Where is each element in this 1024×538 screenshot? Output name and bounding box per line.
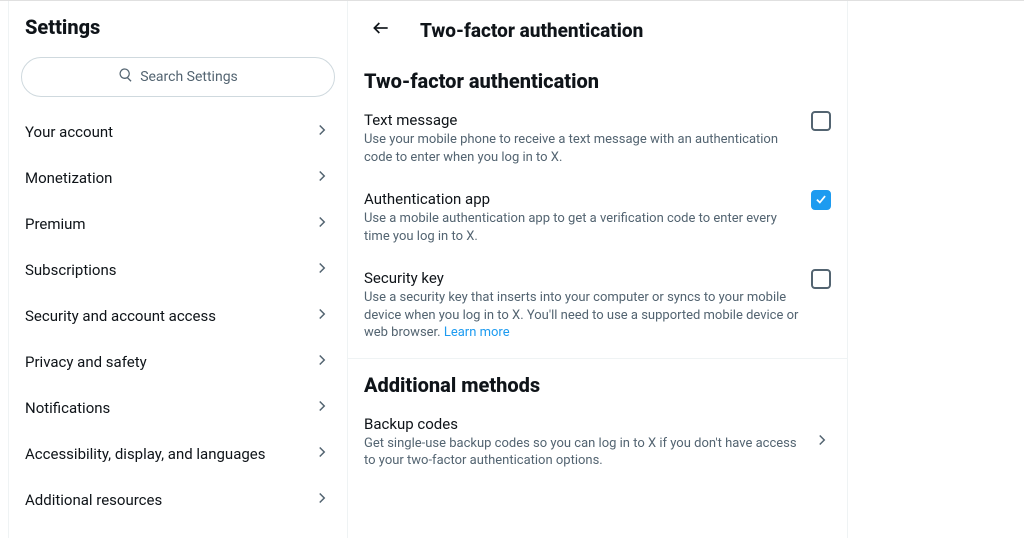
settings-sidebar: Settings Search Settings Your account Mo…	[8, 1, 348, 538]
option-desc: Get single-use backup codes so you can l…	[364, 435, 801, 470]
sidebar-item-label: Subscriptions	[25, 261, 116, 279]
sidebar-list: Your account Monetization Premium Subscr…	[9, 109, 347, 523]
sidebar-item-notifications[interactable]: Notifications	[9, 385, 347, 431]
option-title: Security key	[364, 269, 799, 287]
option-desc-text: Use a security key that inserts into you…	[364, 290, 798, 340]
search-icon	[118, 67, 134, 87]
sidebar-item-your-account[interactable]: Your account	[9, 109, 347, 155]
chevron-right-icon	[313, 397, 331, 419]
sidebar-item-label: Security and account access	[25, 307, 216, 325]
chevron-right-icon	[313, 121, 331, 143]
chevron-right-icon	[313, 351, 331, 373]
checkbox-text-message[interactable]	[811, 111, 831, 131]
sidebar-item-label: Privacy and safety	[25, 353, 147, 371]
search-wrap: Search Settings	[9, 49, 347, 109]
checkbox-security-key[interactable]	[811, 269, 831, 289]
option-title: Authentication app	[364, 190, 799, 208]
option-desc: Use your mobile phone to receive a text …	[364, 131, 799, 166]
checkbox-authentication-app[interactable]	[811, 190, 831, 210]
option-security-key[interactable]: Security key Use a security key that ins…	[348, 257, 847, 354]
option-desc: Use a security key that inserts into you…	[364, 289, 799, 342]
chevron-right-icon	[313, 443, 331, 465]
option-body: Security key Use a security key that ins…	[364, 269, 799, 342]
section-heading-2fa: Two-factor authentication	[348, 55, 847, 99]
sidebar-item-privacy-and-safety[interactable]: Privacy and safety	[9, 339, 347, 385]
sidebar-title: Settings	[9, 1, 347, 49]
main-panel: Two-factor authentication Two-factor aut…	[348, 1, 848, 538]
main-header: Two-factor authentication	[348, 1, 847, 55]
sidebar-item-additional-resources[interactable]: Additional resources	[9, 477, 347, 523]
sidebar-item-security-and-account-access[interactable]: Security and account access	[9, 293, 347, 339]
option-body: Backup codes Get single-use backup codes…	[364, 415, 801, 470]
chevron-right-icon	[313, 305, 331, 327]
sidebar-item-accessibility-display-and-languages[interactable]: Accessibility, display, and languages	[9, 431, 347, 477]
sidebar-item-premium[interactable]: Premium	[9, 201, 347, 247]
arrow-left-icon	[371, 18, 391, 42]
search-placeholder: Search Settings	[140, 69, 238, 85]
chevron-right-icon	[813, 431, 831, 453]
chevron-right-icon	[313, 259, 331, 281]
sidebar-item-subscriptions[interactable]: Subscriptions	[9, 247, 347, 293]
sidebar-item-label: Accessibility, display, and languages	[25, 445, 265, 463]
learn-more-link[interactable]: Learn more	[444, 325, 510, 340]
sidebar-item-monetization[interactable]: Monetization	[9, 155, 347, 201]
page-title: Two-factor authentication	[420, 19, 643, 42]
option-body: Authentication app Use a mobile authenti…	[364, 190, 799, 245]
sidebar-item-label: Your account	[25, 123, 113, 141]
back-button[interactable]	[364, 13, 398, 47]
option-body: Text message Use your mobile phone to re…	[364, 111, 799, 166]
chevron-right-icon	[313, 167, 331, 189]
option-desc: Use a mobile authentication app to get a…	[364, 210, 799, 245]
option-authentication-app[interactable]: Authentication app Use a mobile authenti…	[348, 178, 847, 257]
option-text-message[interactable]: Text message Use your mobile phone to re…	[348, 99, 847, 178]
sidebar-item-label: Additional resources	[25, 491, 162, 509]
option-backup-codes[interactable]: Backup codes Get single-use backup codes…	[348, 403, 847, 482]
chevron-right-icon	[313, 213, 331, 235]
sidebar-item-label: Premium	[25, 215, 86, 233]
sidebar-item-label: Notifications	[25, 399, 110, 417]
chevron-right-icon	[313, 489, 331, 511]
check-icon	[814, 191, 828, 210]
option-title: Text message	[364, 111, 799, 129]
search-settings-input[interactable]: Search Settings	[21, 57, 335, 97]
sidebar-item-label: Monetization	[25, 169, 112, 187]
section-heading-additional: Additional methods	[348, 359, 847, 403]
option-title: Backup codes	[364, 415, 801, 433]
